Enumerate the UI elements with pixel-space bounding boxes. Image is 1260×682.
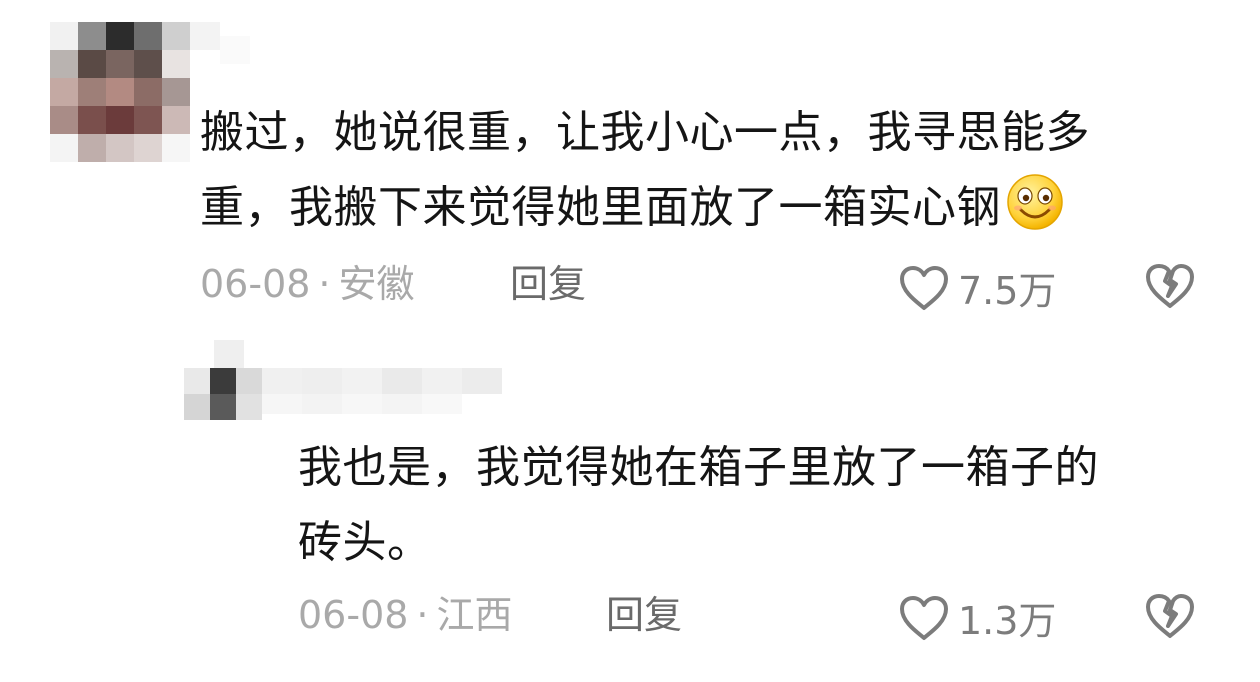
like-count: 1.3万 (958, 599, 1057, 643)
like-count: 7.5万 (958, 269, 1057, 313)
comment-line: 砖头。 (298, 517, 432, 568)
heart-icon (900, 265, 948, 310)
grinning-face-icon (1005, 172, 1065, 255)
like-button[interactable]: 1.3万 (898, 590, 1056, 645)
comment-text: 我也是，我觉得她在箱子里放了一箱子的 砖头。 (298, 430, 1099, 580)
comment-meta: 06-08 · 安徽 (200, 259, 415, 309)
comment-line: 我也是，我觉得她在箱子里放了一箱子的 (298, 442, 1099, 493)
comment-line: 重，我搬下来觉得她里面放了一箱实心钢 (200, 170, 1090, 255)
dislike-button[interactable] (1144, 592, 1196, 640)
dislike-button[interactable] (1144, 262, 1196, 310)
meta-separator: · (318, 262, 331, 306)
broken-heart-icon (1146, 264, 1194, 308)
comment-location: 安徽 (338, 262, 415, 306)
like-button[interactable]: 7.5万 (898, 260, 1056, 315)
comment-location: 江西 (436, 593, 513, 637)
comment-meta: 06-08 · 江西 (298, 590, 513, 640)
meta-separator: · (416, 593, 429, 637)
reply-button[interactable]: 回复 (606, 590, 682, 640)
heart-icon (900, 595, 948, 640)
reply-button[interactable]: 回复 (510, 259, 586, 309)
username-redacted[interactable] (190, 22, 250, 78)
comment-date: 06-08 (200, 262, 311, 306)
broken-heart-icon (1146, 594, 1194, 638)
comment-text: 搬过，她说很重，让我小心一点，我寻思能多 重，我搬下来觉得她里面放了一箱实心钢 (200, 95, 1090, 255)
comment-thread: 搬过，她说很重，让我小心一点，我寻思能多 重，我搬下来觉得她里面放了一箱实心钢 (0, 0, 1260, 682)
comment-date: 06-08 (298, 593, 409, 637)
comment-line: 搬过，她说很重，让我小心一点，我寻思能多 (200, 107, 1090, 158)
avatar[interactable] (50, 22, 190, 162)
avatar[interactable] (184, 340, 524, 420)
